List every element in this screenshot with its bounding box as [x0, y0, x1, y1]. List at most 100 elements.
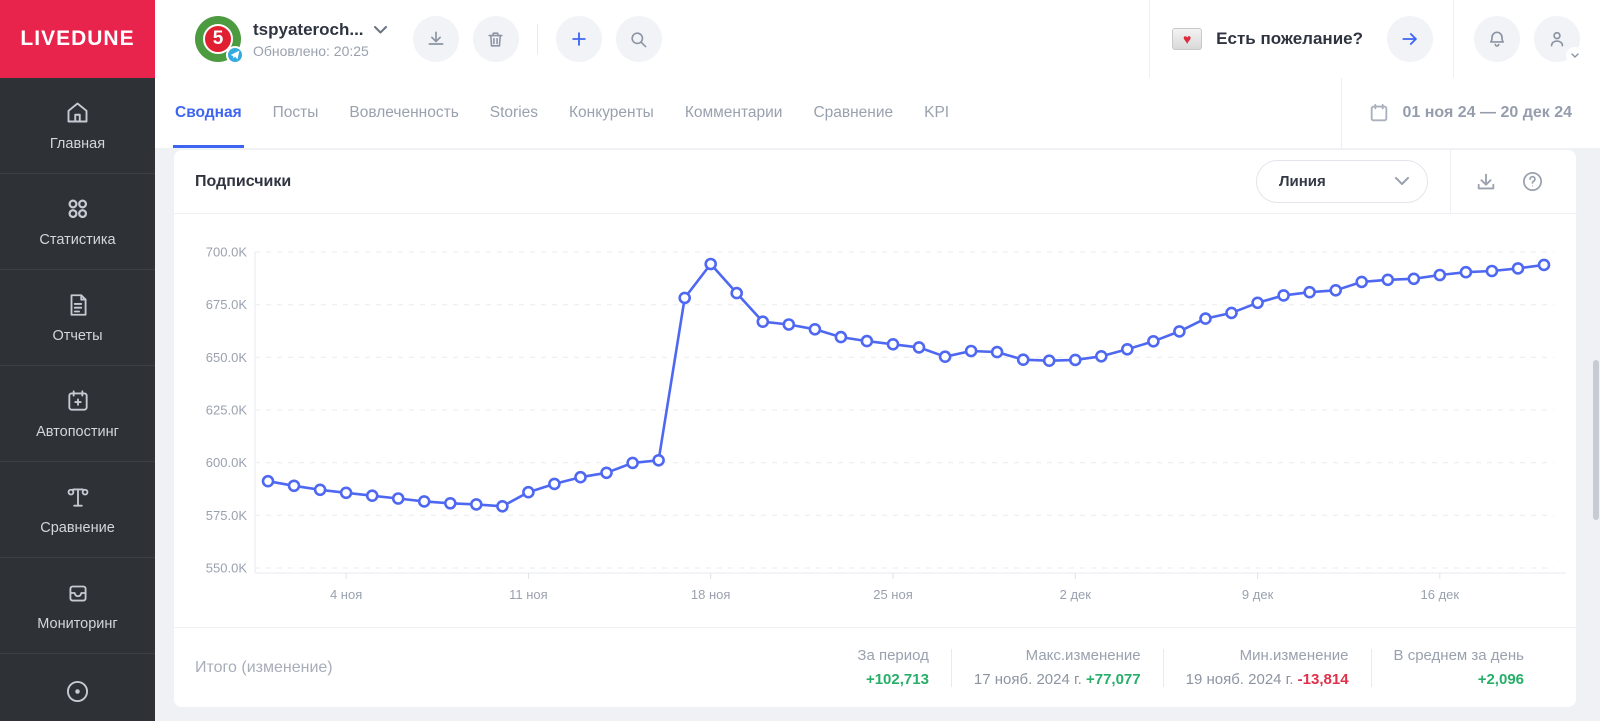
- stat-avg-value: +2,096: [1478, 671, 1524, 688]
- date-range-text: 01 ноя 24 — 20 дек 24: [1403, 104, 1572, 122]
- feedback-banner: ♥ Есть пожелание?: [1149, 0, 1453, 78]
- stat-min-date: 19 нояб. 2024 г.: [1186, 671, 1294, 688]
- vertical-scrollbar[interactable]: [1593, 360, 1599, 520]
- svg-text:11 ноя: 11 ноя: [509, 587, 548, 602]
- svg-text:25 ноя: 25 ноя: [873, 587, 913, 602]
- subscribers-line-chart[interactable]: 550.0K 575.0K 600.0K 625.0K 650.0K 675.0K 700.…: [174, 214, 1576, 627]
- help-button[interactable]: [1521, 170, 1544, 193]
- top-bar-main: 5 tspyateroch... Обновлено: 20:25: [155, 0, 1600, 78]
- chevron-down-icon: [1395, 177, 1409, 186]
- sidebar-item-monitoring[interactable]: Мониторинг: [0, 558, 155, 654]
- compare-scales-icon: [65, 484, 91, 510]
- chevron-down-icon: [374, 26, 387, 34]
- svg-text:675.0K: 675.0K: [206, 297, 248, 312]
- sidebar: Главная Статистика Отчеты Автопостинг Ср…: [0, 78, 155, 721]
- feedback-text: Есть пожелание?: [1216, 29, 1363, 49]
- svg-text:625.0K: 625.0K: [206, 403, 248, 418]
- stat-max-change: Макс.изменение 17 нояб. 2024 г. +77,077: [952, 647, 1163, 688]
- sidebar-item-statistics[interactable]: Статистика: [0, 174, 155, 270]
- sidebar-item-autoposting[interactable]: Автопостинг: [0, 366, 155, 462]
- tab-engagement[interactable]: Вовлеченность: [349, 78, 458, 148]
- add-account-button[interactable]: [556, 16, 602, 62]
- chart-title: Подписчики: [195, 173, 291, 191]
- account-name[interactable]: tspyateroch...: [253, 20, 364, 40]
- stats-grid-icon: [64, 195, 91, 222]
- sidebar-item-label: Статистика: [39, 232, 115, 248]
- arrow-right-icon: [1400, 29, 1420, 49]
- chart-type-selected: Линия: [1279, 173, 1326, 190]
- account-switcher[interactable]: 5 tspyateroch... Обновлено: 20:25: [195, 16, 387, 62]
- download-button[interactable]: [413, 16, 459, 62]
- svg-text:650.0K: 650.0K: [206, 350, 248, 365]
- download-icon: [1475, 171, 1497, 193]
- stat-min-change: Мин.изменение 19 нояб. 2024 г. -13,814: [1164, 647, 1371, 688]
- subscribers-card: Подписчики Линия: [174, 150, 1576, 707]
- tab-competitors[interactable]: Конкуренты: [569, 78, 654, 148]
- home-icon: [64, 99, 91, 126]
- export-chart-button[interactable]: [1475, 171, 1497, 193]
- svg-text:16 дек: 16 дек: [1421, 587, 1460, 602]
- chevron-down-icon: [1566, 47, 1583, 64]
- autopost-calendar-icon: [65, 388, 91, 414]
- svg-text:700.0K: 700.0K: [206, 245, 248, 260]
- stat-period-value: +102,713: [866, 671, 929, 688]
- help-circle-icon: [1521, 170, 1544, 193]
- sidebar-item-more[interactable]: [0, 654, 155, 720]
- stat-max-value: +77,077: [1086, 671, 1141, 688]
- target-icon: [64, 678, 91, 705]
- content-area: Подписчики Линия: [155, 148, 1600, 721]
- svg-text:18 ноя: 18 ноя: [691, 587, 731, 602]
- top-bar: LIVEDUNE 5 tspyateroch... Обновлено: 20:…: [0, 0, 1600, 78]
- search-icon: [629, 30, 648, 49]
- monitoring-inbox-icon: [65, 580, 91, 606]
- download-icon: [426, 29, 446, 49]
- bell-icon: [1487, 29, 1507, 49]
- sidebar-item-label: Сравнение: [40, 520, 115, 536]
- sidebar-item-comparison[interactable]: Сравнение: [0, 462, 155, 558]
- header-divider: [537, 24, 538, 54]
- chart-type-select[interactable]: Линия: [1256, 160, 1428, 203]
- tab-kpi[interactable]: KPI: [924, 78, 949, 148]
- plus-icon: [569, 29, 589, 49]
- date-range-picker[interactable]: 01 ноя 24 — 20 дек 24: [1341, 78, 1600, 148]
- sidebar-item-label: Отчеты: [52, 328, 102, 344]
- svg-text:600.0K: 600.0K: [206, 455, 248, 470]
- report-doc-icon: [65, 292, 91, 318]
- sidebar-item-label: Главная: [50, 136, 105, 152]
- tab-stories[interactable]: Stories: [490, 78, 538, 148]
- user-icon: [1547, 29, 1567, 49]
- tab-comments[interactable]: Комментарии: [685, 78, 783, 148]
- telegram-icon: [226, 46, 244, 64]
- notifications-button[interactable]: [1474, 16, 1520, 62]
- svg-text:575.0K: 575.0K: [206, 508, 248, 523]
- stat-min-value: -13,814: [1298, 671, 1349, 688]
- trash-icon: [486, 30, 505, 49]
- livedune-logo: LIVEDUNE: [0, 0, 155, 78]
- stat-max-date: 17 нояб. 2024 г.: [974, 671, 1082, 688]
- total-change-label: Итого (изменение): [195, 659, 333, 677]
- stat-period: За период +102,713: [835, 647, 951, 688]
- sidebar-item-label: Автопостинг: [36, 424, 119, 440]
- svg-text:4 ноя: 4 ноя: [330, 587, 362, 602]
- account-avatar: 5: [195, 16, 241, 62]
- card-head-divider: [1450, 150, 1451, 213]
- stat-daily-average: В среднем за день +2,096: [1372, 647, 1546, 688]
- account-updated: Обновлено: 20:25: [253, 43, 387, 59]
- sidebar-item-main[interactable]: Главная: [0, 78, 155, 174]
- calendar-icon: [1368, 102, 1390, 124]
- section-tabbar: Сводная Посты Вовлеченность Stories Конк…: [155, 78, 1600, 148]
- tab-comparison[interactable]: Сравнение: [813, 78, 893, 148]
- delete-button[interactable]: [473, 16, 519, 62]
- svg-text:550.0K: 550.0K: [206, 561, 248, 576]
- love-letter-emoji: ♥: [1172, 28, 1202, 50]
- sidebar-item-label: Мониторинг: [37, 616, 117, 632]
- svg-text:9 дек: 9 дек: [1242, 587, 1274, 602]
- chart-footer: Итого (изменение) За период +102,713 Мак…: [174, 627, 1576, 707]
- tab-summary[interactable]: Сводная: [175, 78, 242, 148]
- svg-text:2 дек: 2 дек: [1060, 587, 1092, 602]
- user-menu-button[interactable]: [1534, 16, 1580, 62]
- search-button[interactable]: [616, 16, 662, 62]
- tab-posts[interactable]: Посты: [273, 78, 319, 148]
- feedback-submit-button[interactable]: [1387, 16, 1433, 62]
- sidebar-item-reports[interactable]: Отчеты: [0, 270, 155, 366]
